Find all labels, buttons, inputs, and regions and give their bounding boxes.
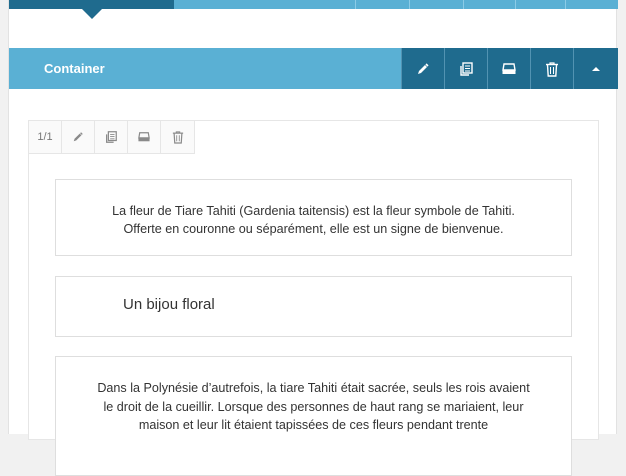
container-header: Container: [9, 48, 618, 89]
paint-icon: [138, 132, 150, 142]
active-tab-caret: [82, 9, 102, 19]
heading-text: Un bijou floral: [123, 296, 215, 313]
edit-icon: [418, 62, 429, 74]
container-collapse-button[interactable]: [573, 48, 618, 89]
paint-icon: [502, 62, 516, 74]
text-line: Dans la Polynésie d’autrefois, la tiare …: [97, 381, 530, 395]
clone-icon: [460, 61, 473, 76]
container-paint-button[interactable]: [487, 48, 530, 89]
tab-separator: [355, 0, 356, 9]
trash-icon: [546, 61, 558, 77]
column-clone-button[interactable]: [95, 121, 128, 153]
container-clone-button[interactable]: [444, 48, 487, 89]
text-element[interactable]: La fleur de Tiare Tahiti (Gardenia taite…: [55, 179, 572, 256]
tab-active[interactable]: [9, 0, 174, 9]
text-line: Offerte en couronne ou séparément, elle …: [123, 222, 504, 236]
text-line: La fleur de Tiare Tahiti (Gardenia taite…: [112, 204, 515, 218]
trash-icon: [172, 131, 183, 144]
column-block: 1/1 La fleur de Tiare Tahiti (Gardenia t…: [28, 120, 599, 476]
container-edit-button[interactable]: [401, 48, 444, 89]
edit-icon: [73, 132, 83, 142]
container-toolbar: [401, 48, 618, 89]
builder-frame: Container 1/1 La fleur de Tiare Tahiti (…: [8, 0, 618, 476]
column-edit-button[interactable]: [62, 121, 95, 153]
text-line: le droit de la cueillir. Lorsque des per…: [103, 399, 524, 414]
heading-element[interactable]: Un bijou floral: [55, 276, 572, 337]
container-title: Container: [44, 61, 105, 76]
column-size-label[interactable]: 1/1: [29, 121, 62, 153]
column-toolbar: 1/1: [28, 120, 195, 154]
tab-separator: [409, 0, 410, 9]
clone-icon: [106, 131, 117, 143]
column-paint-button[interactable]: [128, 121, 161, 153]
tab-separator: [565, 0, 566, 9]
collapse-icon: [592, 66, 600, 71]
container-delete-button[interactable]: [530, 48, 573, 89]
tab-strip: [9, 0, 618, 19]
text-line: maison et leur lit étaient tapissées de …: [138, 418, 489, 432]
column-delete-button[interactable]: [161, 121, 194, 153]
text-element[interactable]: Dans la Polynésie d’autrefois, la tiare …: [55, 356, 572, 476]
tab-separator: [515, 0, 516, 9]
tab-separator: [463, 0, 464, 9]
